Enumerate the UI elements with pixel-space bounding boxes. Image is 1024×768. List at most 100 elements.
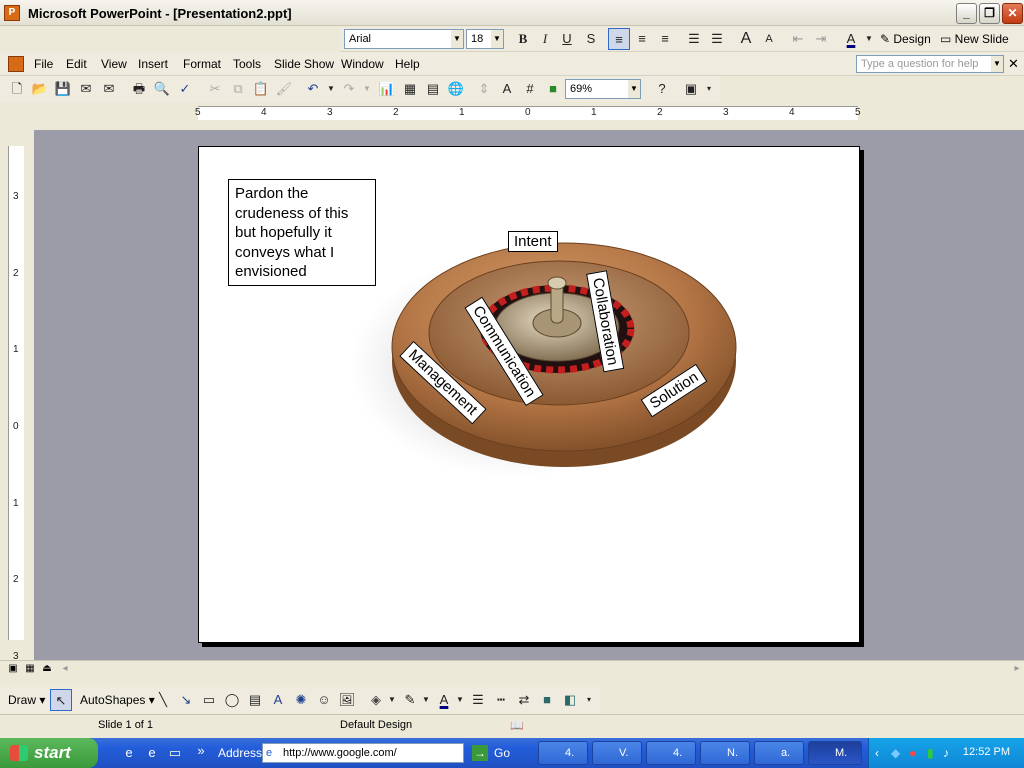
tray-expand-icon[interactable]: ‹ [875, 746, 879, 760]
increase-indent-icon[interactable]: ⇥ [810, 28, 832, 50]
textbox-icon[interactable]: ▤ [244, 689, 266, 711]
slide-show-icon[interactable]: ⏏ [40, 663, 54, 675]
decrease-indent-icon[interactable]: ⇤ [787, 28, 809, 50]
ie-icon[interactable]: e [118, 742, 140, 764]
volume-icon[interactable]: ♪ [943, 746, 949, 760]
new-icon[interactable]: 🗋 [6, 78, 28, 100]
help-search-input[interactable]: Type a question for help ▼ [856, 55, 1004, 73]
scroll-right-icon[interactable]: ▸ [1010, 663, 1024, 675]
line-style-icon[interactable]: ☰ [467, 689, 489, 711]
bullets-button[interactable]: ☰ [706, 28, 728, 50]
menu-window[interactable]: Window [341, 57, 384, 71]
more-icon[interactable]: » [190, 740, 212, 762]
horizontal-ruler[interactable]: 5 4 3 2 1 0 1 2 3 4 5 [195, 106, 861, 120]
insert-table-icon[interactable]: ▦ [399, 78, 421, 100]
menu-file[interactable]: File [34, 57, 53, 71]
start-button[interactable]: start [0, 738, 98, 768]
show-grid-icon[interactable]: # [519, 78, 541, 100]
minimize-button[interactable]: _ [956, 3, 977, 24]
permission-icon[interactable]: ✉ [75, 78, 97, 100]
slide-sorter-icon[interactable]: ▦ [23, 663, 37, 675]
format-painter-icon[interactable]: 🖌 [273, 78, 295, 100]
browser-icon[interactable]: e [141, 742, 163, 764]
vertical-ruler[interactable]: 3210123 [8, 146, 24, 662]
italic-button[interactable]: I [534, 28, 556, 50]
task-button[interactable]: a. [754, 741, 804, 765]
powerpoint-icon[interactable]: P [4, 5, 20, 21]
rectangle-icon[interactable]: ▭ [198, 689, 220, 711]
chevron-down-icon[interactable]: ▾ [698, 78, 720, 100]
show-formatting-icon[interactable]: A [496, 78, 518, 100]
task-button-active[interactable]: M. [808, 741, 862, 765]
save-icon[interactable]: 💾 [52, 78, 74, 100]
shadow-button[interactable]: S [580, 28, 602, 50]
menu-tools[interactable]: Tools [233, 57, 261, 71]
select-arrow-icon[interactable]: ↖ [50, 689, 72, 711]
copy-icon[interactable]: ⧉ [227, 78, 249, 100]
folder-icon[interactable]: ▭ [164, 742, 186, 764]
dash-style-icon[interactable]: ┅ [490, 689, 512, 711]
print-preview-icon[interactable]: 🔍 [151, 78, 173, 100]
paste-icon[interactable]: 📋 [250, 78, 272, 100]
clipart-icon[interactable]: ☺ [313, 689, 335, 711]
task-button[interactable]: 4. [538, 741, 588, 765]
tables-borders-icon[interactable]: ▤ [422, 78, 444, 100]
align-left-button[interactable]: ≡ [608, 28, 630, 50]
print-icon[interactable]: 🖶 [128, 78, 150, 100]
hyperlink-icon[interactable]: 🌐 [445, 78, 467, 100]
menu-insert[interactable]: Insert [138, 57, 168, 71]
zoom-select[interactable]: 69% ▼ [565, 79, 641, 99]
align-center-button[interactable]: ≡ [631, 28, 653, 50]
shadow-style-icon[interactable]: ■ [536, 689, 558, 711]
restore-button[interactable]: ❐ [979, 3, 1000, 24]
monitor-icon[interactable]: ▮ [927, 746, 934, 760]
oval-icon[interactable]: ◯ [221, 689, 243, 711]
diagram-icon[interactable]: ✺ [290, 689, 312, 711]
arrow-style-icon[interactable]: ⇄ [513, 689, 535, 711]
numbering-button[interactable]: ☰ [683, 28, 705, 50]
menu-edit[interactable]: Edit [66, 57, 87, 71]
decrease-font-icon[interactable]: A [758, 28, 780, 50]
chevron-down-icon[interactable]: ▼ [356, 78, 378, 100]
arrow-icon[interactable]: ↘ [175, 689, 197, 711]
menu-slide-show[interactable]: Slide Show [274, 57, 334, 71]
font-size-select[interactable]: 18 ▼ [466, 29, 504, 49]
menu-help[interactable]: Help [395, 57, 420, 71]
address-input[interactable]: e http://www.google.com/ [262, 743, 464, 763]
slide-canvas[interactable]: Pardon the crudeness of this but hopeful… [198, 146, 860, 643]
normal-view-icon[interactable]: ▣ [6, 663, 20, 675]
task-button[interactable]: 4. [646, 741, 696, 765]
help-icon[interactable]: ? [651, 78, 673, 100]
new-slide-button[interactable]: ▭ New Slide [940, 28, 1009, 50]
menu-format[interactable]: Format [183, 57, 221, 71]
autoshapes-menu[interactable]: AutoShapes ▾ [80, 689, 155, 711]
email-icon[interactable]: ✉ [98, 78, 120, 100]
document-icon[interactable] [8, 56, 24, 72]
open-icon[interactable]: 📂 [29, 78, 51, 100]
spellcheck-status-icon[interactable]: 📖 [510, 719, 524, 732]
design-button[interactable]: ✎ Design [880, 28, 931, 50]
bold-button[interactable]: B [512, 28, 534, 50]
underline-button[interactable]: U [556, 28, 578, 50]
go-button[interactable]: → Go [470, 743, 526, 763]
font-select[interactable]: Arial ▼ [344, 29, 464, 49]
increase-font-icon[interactable]: A [735, 28, 757, 50]
close-button[interactable]: ✕ [1002, 3, 1023, 24]
insert-chart-icon[interactable]: 📊 [376, 78, 398, 100]
align-right-button[interactable]: ≡ [654, 28, 676, 50]
chevron-down-icon[interactable]: ▼ [858, 28, 880, 50]
cut-icon[interactable]: ✂ [204, 78, 226, 100]
antivirus-icon[interactable]: ● [909, 746, 916, 760]
expand-all-icon[interactable]: ⇕ [473, 78, 495, 100]
line-icon[interactable]: ╲ [152, 689, 174, 711]
scroll-left-icon[interactable]: ◂ [58, 663, 72, 675]
color-grayscale-icon[interactable]: ■ [542, 78, 564, 100]
close-document-icon[interactable]: ✕ [1008, 56, 1019, 72]
chevron-down-icon[interactable]: ▾ [578, 689, 600, 711]
spelling-icon[interactable]: ✓ [174, 78, 196, 100]
task-button[interactable]: V. [592, 741, 642, 765]
draw-menu[interactable]: Draw ▾ [8, 689, 45, 711]
task-button[interactable]: N. [700, 741, 750, 765]
label-intent[interactable]: Intent [508, 231, 558, 252]
menu-view[interactable]: View [101, 57, 127, 71]
